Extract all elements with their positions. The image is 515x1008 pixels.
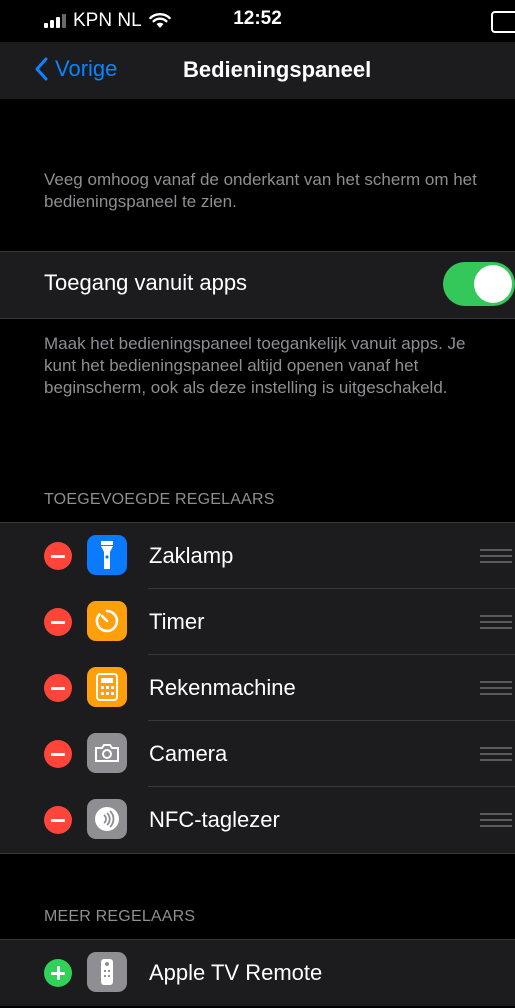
control-row-nfc: NFC-taglezer (0, 787, 515, 853)
control-row-zaklamp: Zaklamp (0, 523, 515, 589)
included-header: TOEGEVOEGDE REGELAARS (44, 491, 275, 508)
control-label: Apple TV Remote (149, 960, 323, 985)
access-label: Toegang vanuit apps (44, 270, 248, 295)
chevron-left-icon (35, 57, 48, 81)
access-toggle[interactable] (443, 262, 515, 306)
intro-description: Veeg omhoog vanaf de onderkant van het s… (44, 170, 477, 211)
status-bar: KPN NL 12:52 (0, 0, 515, 42)
more-header: MEER REGELAARS (44, 908, 196, 925)
control-row-timer: Timer (0, 589, 515, 655)
included-list: Zaklamp Timer Rekenmachine Camera NFC-ta… (0, 522, 515, 854)
page-title: Bedieningspaneel (183, 57, 372, 82)
access-group: Toegang vanuit apps (0, 251, 515, 319)
camera-icon (87, 733, 127, 773)
remove-timer-button[interactable] (44, 608, 72, 636)
timer-icon (87, 601, 127, 641)
control-label: Camera (149, 741, 228, 766)
control-label: NFC-taglezer (149, 807, 280, 832)
control-label: Timer (149, 609, 205, 634)
toggle-knob (474, 265, 512, 303)
control-label: Rekenmachine (149, 675, 296, 700)
back-label: Vorige (55, 56, 118, 81)
more-list: Apple TV Remote (0, 939, 515, 1006)
back-button[interactable]: Vorige (34, 56, 117, 82)
remove-camera-button[interactable] (44, 740, 72, 768)
control-row-camera: Camera (0, 721, 515, 787)
add-apple-tv-remote-button[interactable] (44, 959, 72, 987)
remove-rekenmachine-button[interactable] (44, 674, 72, 702)
control-label: Zaklamp (149, 543, 234, 568)
remove-zaklamp-button[interactable] (44, 542, 72, 570)
reorder-handle[interactable] (480, 615, 512, 629)
control-row-apple-tv-remote: Apple TV Remote (0, 940, 515, 1006)
reorder-handle[interactable] (480, 747, 512, 761)
calculator-icon (87, 667, 127, 707)
battery-icon (491, 11, 515, 33)
flashlight-icon (87, 535, 127, 575)
navigation-bar: Vorige Bedieningspaneel (0, 42, 515, 99)
reorder-handle[interactable] (480, 549, 512, 563)
nfc-icon (87, 799, 127, 839)
control-row-rekenmachine: Rekenmachine (0, 655, 515, 721)
reorder-handle[interactable] (480, 813, 512, 827)
reorder-handle[interactable] (480, 681, 512, 695)
status-time: 12:52 (233, 8, 282, 29)
tv-remote-icon (87, 952, 127, 992)
access-description: Maak het bedieningspaneel toegankelijk v… (44, 334, 466, 397)
access-row: Toegang vanuit apps (0, 252, 515, 318)
remove-nfc-button[interactable] (44, 806, 72, 834)
